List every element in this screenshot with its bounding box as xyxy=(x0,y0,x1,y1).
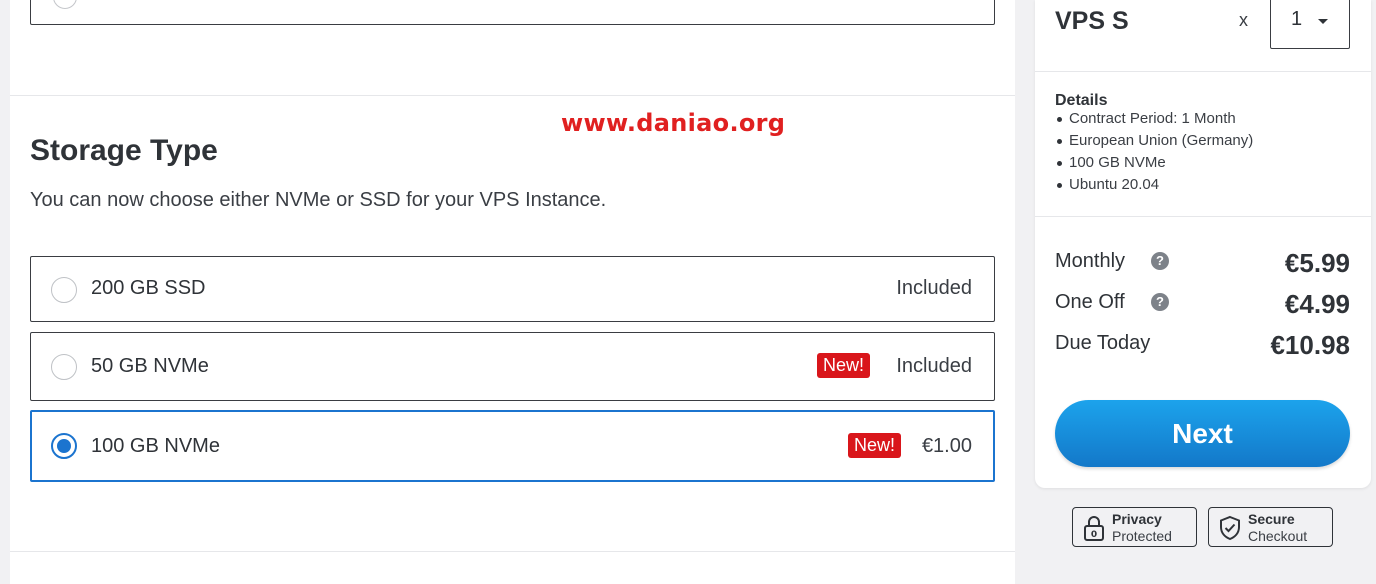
product-name: VPS S xyxy=(1055,7,1129,35)
price-value: €5.99 xyxy=(1284,248,1350,278)
privacy-protected-badge: 0 Privacy Protected xyxy=(1072,507,1197,547)
option-label: 50 GB NVMe xyxy=(91,355,209,377)
next-button[interactable]: Next xyxy=(1055,400,1350,467)
detail-item: Contract Period: 1 Month xyxy=(1055,110,1253,132)
section-divider xyxy=(10,551,1015,552)
summary-divider xyxy=(1035,216,1371,217)
lock-icon: 0 xyxy=(1084,516,1104,541)
detail-item: Ubuntu 20.04 xyxy=(1055,176,1253,198)
price-row-monthly: Monthly ? €5.99 xyxy=(1055,248,1350,278)
quantity-value: 1 xyxy=(1291,8,1303,30)
detail-item: European Union (Germany) xyxy=(1055,132,1253,154)
radio-button[interactable] xyxy=(51,277,77,303)
help-icon[interactable]: ? xyxy=(1151,252,1169,270)
badge-subtitle: Protected xyxy=(1112,528,1172,544)
main-panel: Storage Type You can now choose either N… xyxy=(10,0,1015,584)
option-label: 200 GB SSD xyxy=(91,277,206,299)
secure-checkout-badge: Secure Checkout xyxy=(1208,507,1333,547)
order-summary: VPS S x 1 Details Contract Period: 1 Mon… xyxy=(1035,0,1371,488)
section-description: You can now choose either NVMe or SSD fo… xyxy=(30,189,607,211)
radio-button[interactable] xyxy=(51,354,77,380)
watermark-text: www.daniao.org xyxy=(561,109,786,137)
summary-divider xyxy=(1035,71,1371,72)
option-price: Included xyxy=(896,277,972,299)
storage-option-100gb-nvme[interactable]: 100 GB NVMe New! €1.00 xyxy=(30,410,995,482)
price-row-one-off: One Off ? €4.99 xyxy=(1055,289,1350,319)
price-value: €4.99 xyxy=(1284,289,1350,319)
quantity-select[interactable]: 1 xyxy=(1270,0,1350,49)
section-divider xyxy=(10,95,1015,96)
shield-icon xyxy=(1220,515,1240,541)
radio-button-selected[interactable] xyxy=(51,433,77,459)
price-label: Monthly xyxy=(1055,250,1126,272)
storage-option-50gb-nvme[interactable]: 50 GB NVMe New! Included xyxy=(30,332,995,401)
price-label: One Off xyxy=(1055,291,1125,313)
badge-subtitle: Checkout xyxy=(1248,528,1308,544)
option-price: €1.00 xyxy=(921,435,972,457)
price-label: Due Today xyxy=(1055,332,1151,354)
help-icon[interactable]: ? xyxy=(1151,293,1169,311)
section-title: Storage Type xyxy=(30,134,218,167)
option-label: 100 GB NVMe xyxy=(91,435,220,457)
details-list: Contract Period: 1 Month European Union … xyxy=(1055,110,1253,198)
new-badge: New! xyxy=(848,433,902,458)
price-value: €10.98 xyxy=(1270,330,1350,360)
option-price: Included xyxy=(896,355,972,377)
badge-title: Privacy xyxy=(1112,511,1162,527)
badge-title: Secure xyxy=(1248,511,1295,527)
price-row-due-today: Due Today €10.98 xyxy=(1055,330,1350,360)
detail-item: 100 GB NVMe xyxy=(1055,154,1253,176)
details-title: Details xyxy=(1055,92,1108,109)
new-badge: New! xyxy=(817,353,871,378)
caret-down-icon xyxy=(1318,19,1328,24)
radio-button[interactable] xyxy=(53,0,77,9)
storage-option-200gb-ssd[interactable]: 200 GB SSD Included xyxy=(30,256,995,322)
quantity-multiplier: x xyxy=(1239,10,1248,30)
previous-section-option[interactable] xyxy=(30,0,995,25)
svg-text:0: 0 xyxy=(1091,530,1097,540)
